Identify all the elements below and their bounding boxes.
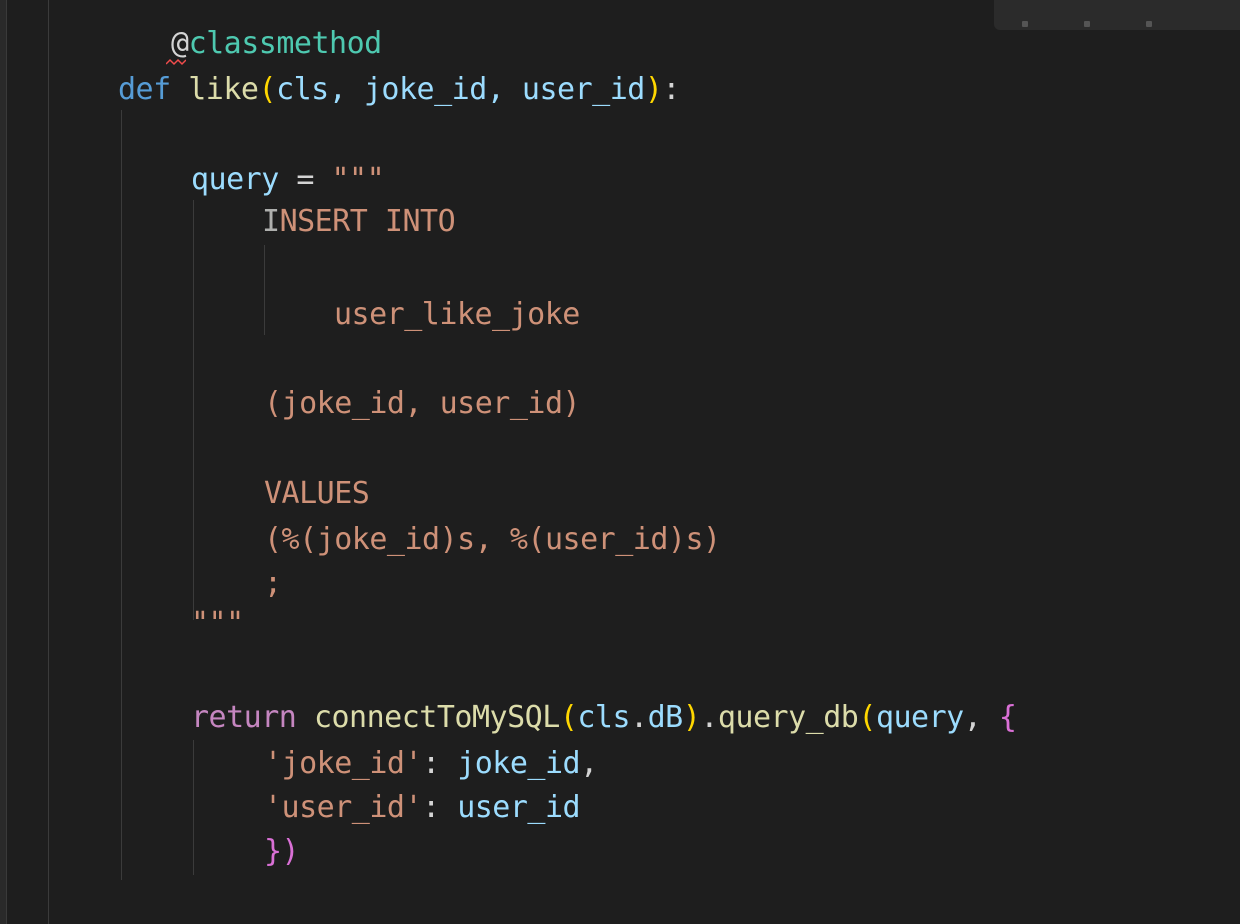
toolbar-dot-icon bbox=[1146, 21, 1152, 27]
code-line-sql-values[interactable]: (%(joke_id)s, %(user_id)s) bbox=[264, 520, 721, 560]
code-editor[interactable]: @classmethod def like(cls, joke_id, user… bbox=[0, 0, 1240, 924]
code-line-dict-user[interactable]: 'user_id': user_id bbox=[264, 788, 581, 828]
colon: : bbox=[422, 790, 458, 825]
return-keyword: return bbox=[191, 700, 297, 735]
code-line-sql-columns[interactable]: (joke_id, user_id) bbox=[264, 384, 581, 424]
code-line-decorator[interactable]: @classmethod bbox=[171, 24, 382, 64]
editor-gutter bbox=[0, 0, 7, 924]
indent-guide bbox=[264, 245, 265, 335]
code-line-sql-insert[interactable]: INSERT INTO bbox=[262, 202, 456, 242]
function-params: cls, joke_id, user_id bbox=[276, 72, 645, 107]
toolbar-dot-icon bbox=[1084, 21, 1090, 27]
close-brace-paren: }) bbox=[264, 834, 300, 869]
decorator-at: @ bbox=[171, 26, 189, 61]
dict-key-joke-id: 'joke_id' bbox=[264, 746, 423, 781]
indent-guide bbox=[48, 0, 49, 924]
comma: , bbox=[963, 700, 999, 735]
sql-semicolon: ; bbox=[264, 566, 282, 601]
function-name: like bbox=[188, 72, 259, 107]
triple-quote-open: """ bbox=[331, 162, 385, 197]
query-var: query bbox=[191, 162, 279, 197]
def-keyword: def bbox=[118, 72, 171, 107]
code-line-close[interactable]: }) bbox=[264, 832, 300, 872]
call-arg-attr: dB bbox=[647, 700, 684, 735]
close-paren: ) bbox=[644, 72, 663, 107]
equals-sign: = bbox=[296, 162, 314, 197]
triple-quote-close: """ bbox=[191, 606, 244, 641]
code-line-sql-semicolon[interactable]: ; bbox=[264, 564, 282, 604]
indent-guide bbox=[121, 110, 122, 880]
sql-values-keyword: VALUES bbox=[264, 476, 370, 511]
connect-function: connectToMySQL bbox=[313, 700, 560, 735]
method-arg: query bbox=[875, 700, 964, 735]
editor-toolbar-corner bbox=[994, 0, 1240, 30]
code-line-sql-values-kw[interactable]: VALUES bbox=[264, 474, 370, 514]
open-brace: { bbox=[998, 700, 1017, 735]
code-line-return[interactable]: return connectToMySQL(cls.dB).query_db(q… bbox=[191, 698, 1017, 738]
open-paren: ( bbox=[559, 700, 578, 735]
code-line-triple-quote-close[interactable]: """ bbox=[191, 604, 244, 644]
close-paren: ) bbox=[682, 700, 701, 735]
text-cursor: I bbox=[262, 204, 280, 239]
sql-columns: (joke_id, user_id) bbox=[264, 386, 581, 421]
open-paren: ( bbox=[258, 72, 277, 107]
comma: , bbox=[580, 746, 598, 781]
dict-val-user-id: user_id bbox=[457, 790, 581, 825]
decorator-name: classmethod bbox=[188, 26, 383, 61]
call-arg-object: cls bbox=[577, 700, 631, 735]
code-line-query-assign[interactable]: query = """ bbox=[191, 160, 385, 200]
query-db-method: query_db bbox=[717, 700, 859, 735]
sql-insert-into: NSERT INTO bbox=[279, 204, 456, 239]
dot: . bbox=[630, 700, 648, 735]
colon: : bbox=[422, 746, 458, 781]
dot: . bbox=[700, 700, 718, 735]
code-line-def[interactable]: def like(cls, joke_id, user_id): bbox=[118, 70, 680, 110]
code-line-dict-joke[interactable]: 'joke_id': joke_id, bbox=[264, 744, 598, 784]
dict-key-user-id: 'user_id' bbox=[264, 790, 423, 825]
dict-val-joke-id: joke_id bbox=[457, 746, 581, 781]
sql-values: (%(joke_id)s, %(user_id)s) bbox=[264, 522, 721, 557]
code-line-sql-table[interactable]: user_like_joke bbox=[334, 295, 580, 335]
indent-guide bbox=[193, 740, 194, 875]
colon: : bbox=[662, 72, 680, 107]
toolbar-dot-icon bbox=[1022, 21, 1028, 27]
sql-table-name: user_like_joke bbox=[334, 297, 580, 332]
indent-guide bbox=[193, 200, 194, 620]
open-paren: ( bbox=[858, 700, 876, 735]
